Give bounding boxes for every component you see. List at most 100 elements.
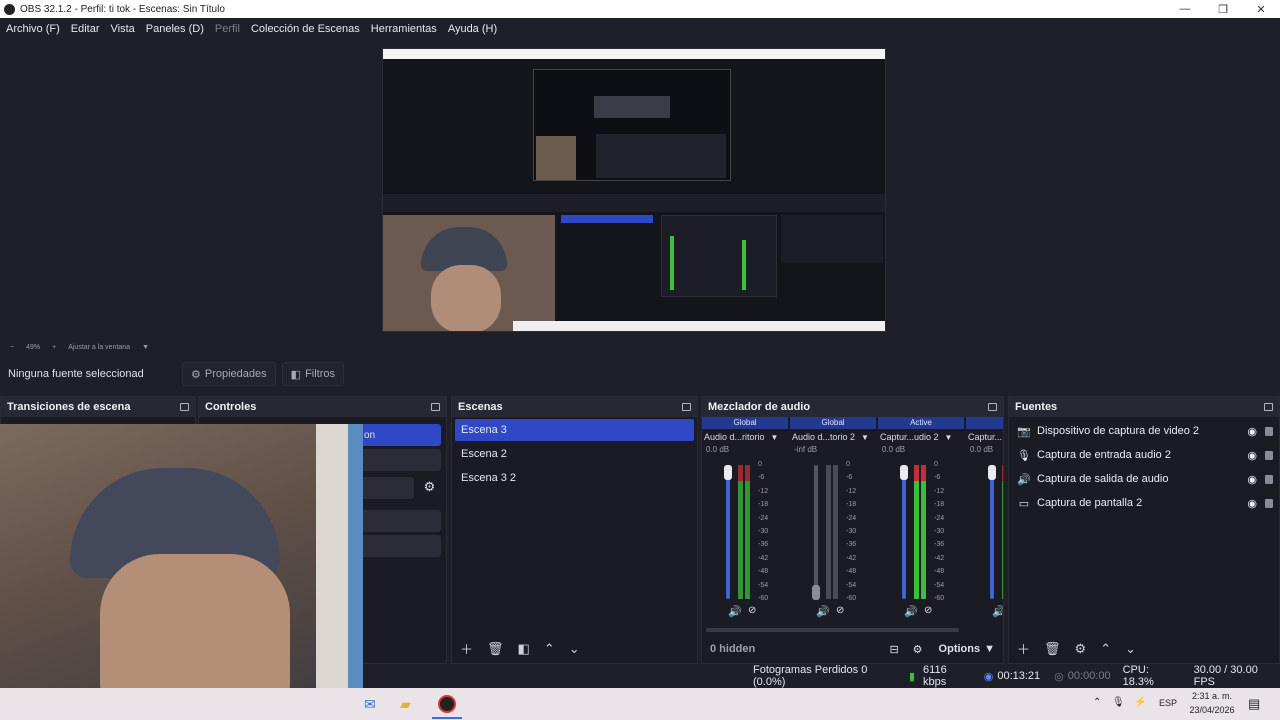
channel-name[interactable]: Audio d...torio 2 ▼	[790, 429, 876, 445]
minimize-button[interactable]: —	[1166, 3, 1204, 16]
menu-archivo[interactable]: Archivo (F)	[6, 23, 60, 35]
channel-name[interactable]: Audio d...ritorio ▼	[702, 429, 788, 445]
channel-db: -inf dB	[794, 445, 818, 454]
obs-taskbar-icon[interactable]	[438, 695, 456, 713]
speaker-icon[interactable]: 🔊	[904, 605, 918, 618]
volume-slider[interactable]	[990, 465, 994, 599]
volume-slider[interactable]	[902, 465, 906, 599]
program-preview[interactable]	[382, 48, 886, 332]
eye-icon[interactable]: ◉	[1247, 473, 1257, 486]
chevron-down-icon[interactable]: ▼	[861, 433, 869, 442]
meter-scale-tick: -6	[846, 474, 853, 482]
scene-item[interactable]: Escena 2	[455, 443, 694, 465]
options-button[interactable]: Options	[939, 643, 981, 655]
sources-title: Fuentes	[1015, 401, 1058, 413]
muted-speaker-icon[interactable]: 🔊	[816, 605, 830, 618]
chevron-down-icon[interactable]: ▼	[771, 433, 779, 442]
volume-slider[interactable]	[814, 465, 818, 599]
advanced-audio-icon[interactable]: ⚙	[913, 643, 923, 656]
add-icon[interactable]: ＋	[1017, 639, 1030, 658]
source-toolbar: Ninguna fuente seleccionad ⚙ Propiedades…	[0, 360, 1280, 388]
channel-name[interactable]: Captur...▼	[966, 429, 1003, 445]
menu-herramientas[interactable]: Herramientas	[371, 23, 437, 35]
popout-icon[interactable]	[180, 403, 189, 411]
chevron-up-icon[interactable]: ⌃	[1100, 641, 1111, 657]
chevron-down-icon[interactable]: ▼	[142, 344, 149, 351]
meter-scale-tick: -36	[934, 541, 945, 549]
menu-editar[interactable]: Editar	[71, 23, 100, 35]
maximize-button[interactable]: ❐	[1204, 3, 1242, 16]
source-item[interactable]: 🎙 Captura de entrada audio 2 ◉	[1009, 443, 1279, 467]
lock-icon[interactable]	[1265, 426, 1273, 436]
speaker-icon[interactable]: 🔊	[728, 605, 742, 618]
speaker-icon: 🔊	[1017, 473, 1031, 486]
channel-name[interactable]: Captur...udio 2 ▼	[878, 429, 964, 445]
eye-icon[interactable]: ◉	[1247, 497, 1257, 510]
popout-icon[interactable]	[988, 403, 997, 411]
volume-knob[interactable]	[900, 465, 908, 480]
volume-knob[interactable]	[988, 465, 996, 480]
mixer-channel: Global Audio d...ritorio ▼ 0.0 dB 0 -6 -12 -18 -…	[702, 417, 788, 627]
window-titlebar: OBS 32.1.2 - Perfil: ti tok - Escenas: S…	[0, 0, 1280, 18]
gear-icon[interactable]: ⚙	[418, 479, 440, 495]
microphone-icon[interactable]: 🎙	[1112, 697, 1125, 708]
trash-icon[interactable]: 🗑	[487, 641, 504, 657]
sources-dock: Fuentes 📷 Dispositivo de captura de vide…	[1008, 396, 1280, 664]
add-icon[interactable]: ＋	[460, 639, 473, 658]
scene-item[interactable]: Escena 3	[455, 419, 694, 441]
fit-window-select[interactable]: Ajustar a la ventana	[68, 344, 130, 351]
nested-sources	[781, 215, 883, 263]
chevron-down-icon[interactable]: ⌄	[569, 641, 580, 657]
meter-scale-tick: -18	[934, 501, 945, 509]
network-icon[interactable]: ⚡	[1134, 697, 1146, 708]
eye-icon[interactable]: ◉	[1247, 449, 1257, 462]
lock-icon[interactable]	[1265, 498, 1273, 508]
chevron-up-icon[interactable]: ⌃	[1093, 697, 1101, 708]
eye-icon[interactable]: ◉	[1247, 425, 1257, 438]
volume-knob[interactable]	[812, 585, 820, 600]
monitor-off-icon[interactable]: ⊘	[748, 605, 756, 616]
scene-item[interactable]: Escena 3 2	[455, 467, 694, 489]
gear-icon[interactable]: ⚙	[1075, 641, 1087, 657]
monitor-off-icon[interactable]: ⊘	[836, 605, 844, 616]
source-item[interactable]: 📷 Dispositivo de captura de video 2 ◉	[1009, 419, 1279, 443]
volume-slider[interactable]	[726, 465, 730, 599]
menu-paneles[interactable]: Paneles (D)	[146, 23, 204, 35]
lock-icon[interactable]	[1265, 474, 1273, 484]
menu-coleccion-escenas[interactable]: Colección de Escenas	[251, 23, 360, 35]
clock-time[interactable]: 2:31 a. m.	[1188, 691, 1236, 701]
chevron-down-icon[interactable]: ▼	[945, 433, 953, 442]
filter-icon[interactable]: ◧	[518, 641, 530, 657]
layout-icon[interactable]: ⊟	[889, 643, 898, 656]
popout-icon[interactable]	[1264, 403, 1273, 411]
speaker-icon[interactable]: 🔊	[992, 605, 1003, 618]
menu-vista[interactable]: Vista	[111, 23, 135, 35]
source-item[interactable]: 🔊 Captura de salida de audio ◉	[1009, 467, 1279, 491]
properties-button[interactable]: ⚙ Propiedades	[182, 362, 276, 386]
close-button[interactable]: ✕	[1242, 3, 1280, 16]
chevron-down-icon[interactable]: ⌄	[1125, 641, 1136, 657]
chevron-up-icon[interactable]: ⌃	[544, 641, 555, 657]
zoom-in-button[interactable]: +	[52, 344, 56, 351]
nested-taskbar	[513, 321, 885, 331]
monitor-off-icon[interactable]: ⊘	[924, 605, 932, 616]
source-item[interactable]: ▭ Captura de pantalla 2 ◉	[1009, 491, 1279, 515]
volume-knob[interactable]	[724, 465, 732, 480]
clock-date[interactable]: 23/04/2026	[1188, 705, 1236, 715]
zoom-out-button[interactable]: −	[10, 344, 14, 351]
folder-icon[interactable]: ▰	[400, 696, 411, 713]
menu-ayuda[interactable]: Ayuda (H)	[448, 23, 497, 35]
lock-icon[interactable]	[1265, 450, 1273, 460]
chevron-down-icon[interactable]: ▼	[984, 643, 995, 655]
record-icon: ◉	[983, 670, 994, 683]
notifications-icon[interactable]: ▤	[1248, 696, 1260, 712]
filters-button[interactable]: ◧ Filtros	[281, 362, 345, 386]
menu-perfil[interactable]: Perfil	[215, 23, 240, 35]
meter-scale-tick: -60	[934, 595, 945, 602]
popout-icon[interactable]	[682, 403, 691, 411]
mixer-scrollbar[interactable]	[706, 628, 959, 632]
mail-icon[interactable]: ✉	[364, 696, 376, 713]
trash-icon[interactable]: 🗑	[1044, 641, 1061, 657]
popout-icon[interactable]	[431, 403, 440, 411]
language-indicator[interactable]: ESP	[1159, 698, 1177, 708]
